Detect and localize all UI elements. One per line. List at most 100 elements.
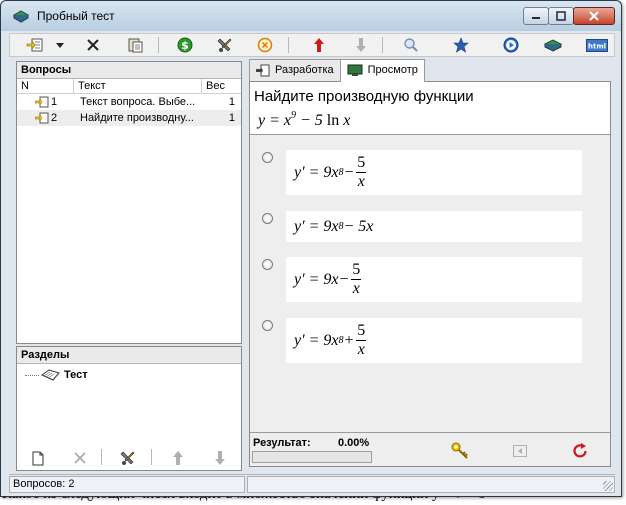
question-text: Найдите производную функции bbox=[254, 88, 474, 105]
arrow-up-icon bbox=[173, 451, 183, 465]
new-question-icon bbox=[26, 38, 43, 52]
questions-grid-header: N Текст Вес bbox=[17, 79, 241, 94]
arrow-up-icon bbox=[314, 38, 324, 52]
back-icon bbox=[513, 445, 527, 457]
result-label: Результат: bbox=[253, 437, 311, 449]
row-number: 2 bbox=[51, 112, 58, 124]
answer-box-4[interactable]: y′ = 9x 8 + 5x bbox=[286, 318, 582, 363]
status-bar: Вопросов: 2 bbox=[9, 474, 615, 493]
answer-radio-3[interactable] bbox=[262, 259, 273, 270]
dollar-icon: $ bbox=[177, 37, 193, 53]
previous-button[interactable] bbox=[510, 441, 530, 461]
section-up-button[interactable] bbox=[167, 449, 189, 467]
arrow-down-icon bbox=[215, 451, 225, 465]
result-value: 0.00% bbox=[338, 437, 370, 449]
cancel-circle-icon bbox=[257, 37, 273, 53]
preview-pane: Найдите производную функции y = x9 − 5 l… bbox=[249, 81, 611, 467]
result-progress-bar bbox=[252, 451, 372, 463]
answer-radio-4[interactable] bbox=[262, 320, 273, 331]
star-icon bbox=[453, 37, 469, 53]
questions-panel: Вопросы N Текст Вес 1 Текст вопроса. Выб… bbox=[16, 61, 242, 344]
maximize-button[interactable] bbox=[548, 7, 574, 25]
new-question-dropdown[interactable] bbox=[54, 36, 66, 54]
tab-label: Разработка bbox=[275, 64, 334, 76]
new-document-icon bbox=[32, 451, 44, 465]
key-icon bbox=[451, 442, 468, 459]
favorite-button[interactable] bbox=[450, 36, 472, 54]
tree-item-test[interactable]: Тест bbox=[25, 368, 88, 382]
row-text: Найдите производну... bbox=[80, 112, 194, 124]
sections-header: Разделы bbox=[17, 347, 241, 364]
add-section-button[interactable] bbox=[27, 449, 49, 467]
fraction: 5x bbox=[356, 154, 367, 190]
new-question-button[interactable] bbox=[24, 36, 46, 54]
column-header-n[interactable]: N bbox=[17, 79, 74, 93]
delete-section-button[interactable] bbox=[69, 449, 91, 467]
html-icon: html bbox=[586, 38, 608, 52]
play-icon bbox=[503, 37, 519, 53]
maximize-icon bbox=[556, 11, 566, 21]
status-info bbox=[247, 476, 615, 493]
open-book-icon bbox=[41, 369, 60, 381]
delete-icon bbox=[74, 452, 86, 464]
answer-box-3[interactable]: y′ = 9x − 5x bbox=[286, 257, 582, 302]
question-formula: y = x9 − 5 ln x bbox=[258, 110, 351, 129]
row-number: 1 bbox=[51, 96, 58, 108]
refresh-icon bbox=[573, 443, 587, 458]
result-bar: Результат: 0.00% bbox=[250, 432, 610, 466]
weight-button[interactable]: $ bbox=[174, 36, 196, 54]
development-icon bbox=[256, 64, 270, 77]
section-down-button[interactable] bbox=[209, 449, 231, 467]
monitor-icon bbox=[347, 64, 363, 76]
delete-icon bbox=[87, 39, 99, 51]
move-up-button[interactable] bbox=[308, 36, 330, 54]
delete-button[interactable] bbox=[82, 36, 104, 54]
answer-radio-1[interactable] bbox=[262, 152, 273, 163]
answer-box-1[interactable]: y′ = 9x 8 − 5x bbox=[286, 150, 582, 195]
sections-panel: Разделы Тест bbox=[16, 346, 242, 471]
fraction: 5x bbox=[351, 261, 362, 297]
section-tools-button[interactable] bbox=[117, 449, 139, 467]
row-weight: 1 bbox=[228, 96, 235, 108]
window-title: Пробный тест bbox=[37, 9, 115, 23]
copy-button[interactable] bbox=[124, 36, 146, 54]
close-window-button[interactable] bbox=[573, 7, 615, 25]
tab-label: Просмотр bbox=[367, 64, 418, 76]
minimize-icon bbox=[532, 17, 540, 19]
tools-icon bbox=[120, 451, 135, 465]
column-header-text[interactable]: Текст bbox=[74, 79, 202, 93]
tab-preview[interactable]: Просмотр bbox=[339, 59, 425, 82]
column-header-weight[interactable]: Вес bbox=[202, 79, 241, 93]
reset-button[interactable] bbox=[570, 441, 590, 461]
title-bar[interactable]: Пробный тест bbox=[1, 1, 621, 31]
table-row[interactable]: 1 Текст вопроса. Выбе... 1 bbox=[17, 94, 241, 110]
row-weight: 1 bbox=[228, 112, 235, 124]
question-item-icon bbox=[35, 112, 49, 124]
book-button[interactable] bbox=[542, 36, 564, 54]
table-row[interactable]: 2 Найдите производну... 1 bbox=[17, 110, 241, 126]
move-down-button[interactable] bbox=[350, 36, 372, 54]
question-box: Найдите производную функции y = x9 − 5 l… bbox=[250, 82, 610, 135]
cancel-button[interactable] bbox=[254, 36, 276, 54]
tab-development[interactable]: Разработка bbox=[249, 59, 341, 81]
check-answer-button[interactable] bbox=[450, 441, 470, 461]
view-tabs: Разработка Просмотр bbox=[249, 59, 425, 82]
search-icon bbox=[404, 38, 418, 52]
search-button[interactable] bbox=[400, 36, 422, 54]
tools-button[interactable] bbox=[214, 36, 236, 54]
arrow-down-icon bbox=[356, 38, 366, 52]
answer-radio-2[interactable] bbox=[262, 213, 273, 224]
minimize-button[interactable] bbox=[523, 7, 549, 25]
tree-item-label: Тест bbox=[64, 369, 88, 381]
questions-header: Вопросы bbox=[17, 62, 241, 79]
status-question-count: Вопросов: 2 bbox=[9, 476, 245, 493]
close-icon bbox=[589, 11, 599, 21]
svg-text:html: html bbox=[588, 42, 606, 50]
run-test-button[interactable] bbox=[500, 36, 522, 54]
sections-toolbar bbox=[17, 446, 241, 470]
export-html-button[interactable]: html bbox=[584, 36, 610, 54]
book-icon bbox=[544, 39, 562, 52]
resize-grip[interactable] bbox=[603, 481, 613, 491]
answer-box-2[interactable]: y′ = 9x 8 − 5x bbox=[286, 211, 582, 242]
main-toolbar: $ html bbox=[9, 33, 615, 57]
